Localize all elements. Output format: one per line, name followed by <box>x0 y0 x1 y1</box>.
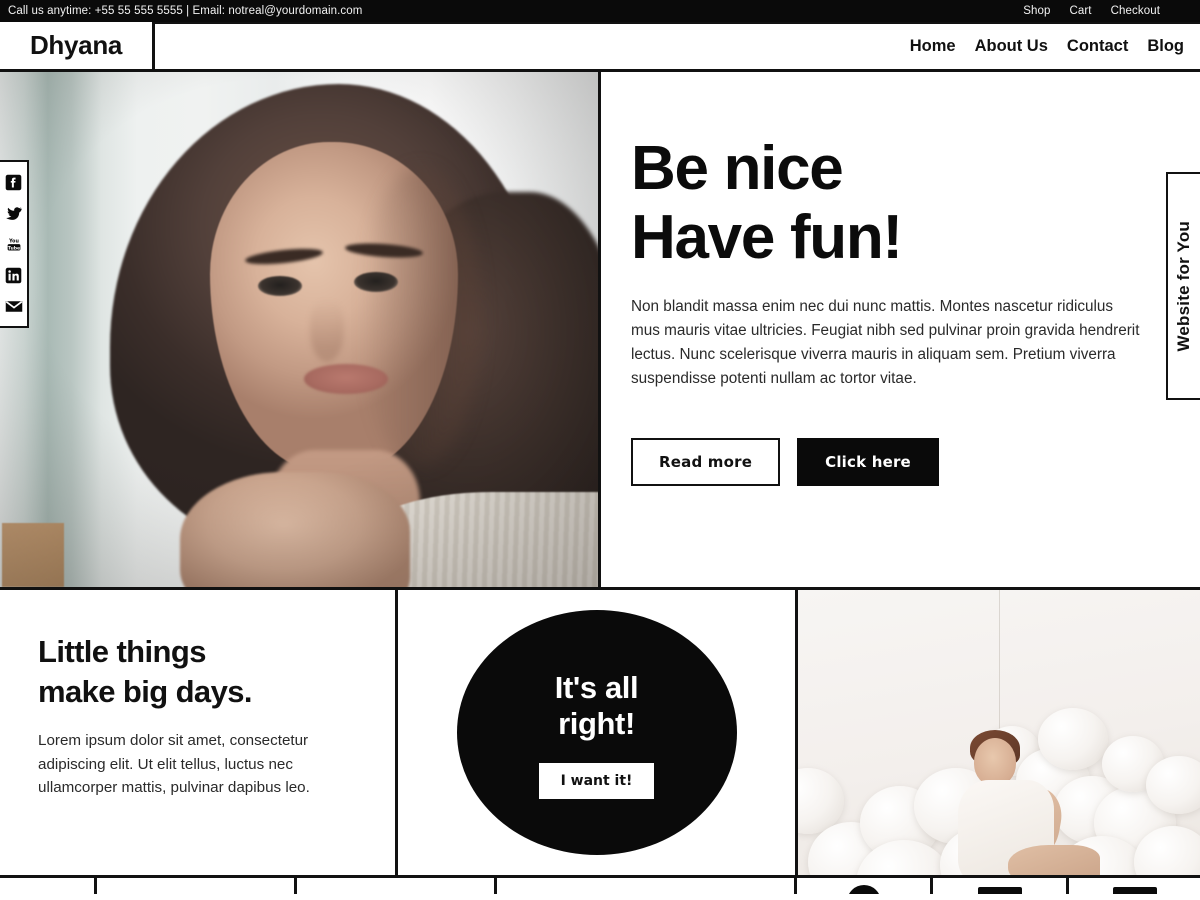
promo-cell: It's all right! I want it! <box>398 590 798 875</box>
contact-info: Call us anytime: +55 55 555 5555 | Email… <box>8 5 363 17</box>
feature-strip: Little things make big days. Lorem ipsum… <box>0 590 1200 878</box>
balloons-photo-cell <box>798 590 1200 875</box>
primary-nav: Home About Us Contact Blog <box>910 37 1184 56</box>
utility-link-shop[interactable]: Shop <box>1023 5 1050 17</box>
balloon <box>1038 708 1108 770</box>
hero-section: You Tube Be nice Have fun! Non blandit m… <box>0 72 1200 590</box>
wall-corner <box>999 590 1000 750</box>
hero-copy: Be nice Have fun! Non blandit massa enim… <box>601 72 1200 587</box>
hero-actions: Read more Click here <box>631 437 1142 486</box>
square-icon <box>1112 887 1157 894</box>
nav-item-home[interactable]: Home <box>910 37 956 56</box>
circle-icon <box>846 885 881 894</box>
utility-link-checkout[interactable]: Checkout <box>1111 5 1160 17</box>
partial-cell-icon <box>797 878 933 894</box>
balloon-scene <box>798 590 1200 875</box>
feature-heading-line-1: Little things <box>38 634 206 669</box>
twitter-icon[interactable] <box>5 204 23 222</box>
nav-item-about-us[interactable]: About Us <box>975 37 1048 56</box>
hero-paragraph: Non blandit massa enim nec dui nunc matt… <box>631 297 1140 388</box>
svg-text:Tube: Tube <box>7 245 19 251</box>
facebook-icon[interactable] <box>5 173 23 191</box>
partial-cell-icon <box>1069 878 1200 894</box>
utility-bar: Call us anytime: +55 55 555 5555 | Email… <box>0 0 1200 22</box>
read-more-button[interactable]: Read more <box>631 437 781 486</box>
partial-cell <box>97 878 297 894</box>
nav-item-contact[interactable]: Contact <box>1067 37 1128 56</box>
vertical-tagline: Website for You <box>1166 172 1200 400</box>
next-section-partial <box>0 878 1200 894</box>
promo-heading: It's all right! <box>554 670 639 741</box>
balloon-girl-leg <box>1008 845 1100 875</box>
partial-cell <box>497 878 797 894</box>
vertical-tagline-text: Website for You <box>1174 220 1193 352</box>
hero-heading-line-2: Have fun! <box>631 203 903 273</box>
promo-ellipse: It's all right! I want it! <box>456 610 737 855</box>
svg-text:You: You <box>8 238 19 244</box>
utility-links: Shop Cart Checkout <box>1023 5 1188 17</box>
feature-heading: Little things make big days. <box>38 632 361 711</box>
feature-text-cell: Little things make big days. Lorem ipsum… <box>0 590 398 875</box>
utility-link-cart[interactable]: Cart <box>1069 5 1091 17</box>
photo-vignette <box>0 72 598 587</box>
youtube-icon[interactable]: You Tube <box>5 235 23 253</box>
promo-heading-line-2: right! <box>558 705 635 741</box>
hero-heading-line-1: Be nice <box>631 134 844 203</box>
logo-text: Dhyana <box>29 30 123 60</box>
partial-cell <box>0 878 97 894</box>
email-icon[interactable] <box>5 297 23 315</box>
promo-heading-line-1: It's all <box>554 670 639 706</box>
partial-cell <box>297 878 497 894</box>
nav-item-blog[interactable]: Blog <box>1147 37 1184 56</box>
linkedin-icon[interactable] <box>5 266 23 284</box>
site-header: Dhyana Home About Us Contact Blog <box>0 22 1200 72</box>
feature-heading-line-2: make big days. <box>38 673 252 709</box>
primary-nav-container: Home About Us Contact Blog <box>155 22 1200 69</box>
partial-cell-icon <box>933 878 1069 894</box>
square-icon <box>977 887 1022 894</box>
logo[interactable]: Dhyana <box>0 22 155 69</box>
hero-portrait-photo: You Tube <box>0 72 601 587</box>
social-rail: You Tube <box>0 160 29 328</box>
i-want-it-button[interactable]: I want it! <box>538 762 655 799</box>
balloon-girl-head <box>974 738 1016 786</box>
hero-heading: Be nice Have fun! <box>631 134 1142 273</box>
feature-paragraph: Lorem ipsum dolor sit amet, consectetur … <box>38 732 310 797</box>
click-here-button[interactable]: Click here <box>797 437 939 486</box>
